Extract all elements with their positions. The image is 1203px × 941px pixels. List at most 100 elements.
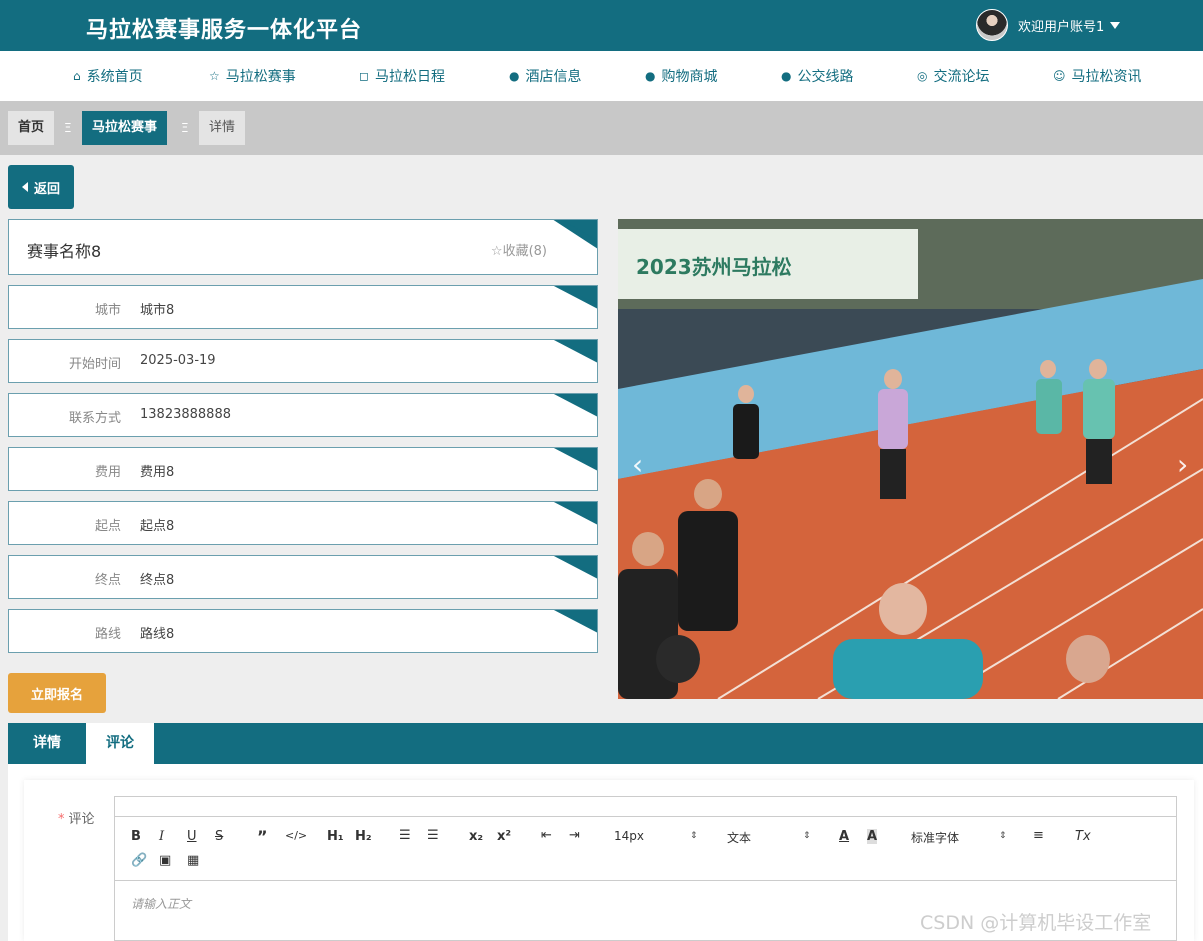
site-brand[interactable]: 马拉松赛事服务一体化平台 (86, 12, 362, 44)
required-mark: * (58, 812, 65, 827)
blockquote-icon[interactable]: ” (257, 827, 268, 846)
image-icon[interactable]: ▣ (159, 853, 171, 868)
field-label: 城市 (94, 303, 121, 318)
strikethrough-icon[interactable]: S (215, 829, 223, 844)
breadcrumb-separator: Ξ (64, 121, 72, 135)
signup-button[interactable]: 立即报名 (8, 673, 106, 713)
nav-item-home[interactable]: ⌂ 系统首页 (73, 51, 143, 101)
tab-comments[interactable]: 评论 (86, 723, 154, 764)
field-value: 城市8 (140, 303, 175, 318)
field-label: 路线 (94, 627, 121, 642)
bold-icon[interactable]: B (131, 829, 141, 844)
superscript-icon[interactable]: x² (497, 829, 511, 844)
nav-label: 交流论坛 (933, 69, 990, 85)
smile-icon: ☺ (1053, 69, 1066, 83)
detail-tabs: 详情 评论 (8, 723, 1203, 764)
carousel-prev-icon[interactable]: ‹ (632, 448, 643, 481)
field-row-start-time: 开始时间 2025-03-19 (8, 339, 598, 383)
corner-decoration (553, 556, 597, 579)
field-label: 费用 (94, 465, 121, 480)
nav-item-schedule[interactable]: ◻ 马拉松日程 (359, 51, 445, 101)
align-icon[interactable]: ≡ (1033, 828, 1044, 843)
subscript-icon[interactable]: x₂ (469, 829, 483, 844)
corner-decoration (553, 340, 597, 363)
bullet-list-icon[interactable]: ☰ (427, 828, 439, 843)
font-family-value: 标准字体 (911, 831, 960, 845)
nav-item-news[interactable]: ☺ 马拉松资讯 (1053, 51, 1142, 101)
carousel-next-icon[interactable]: › (1177, 448, 1188, 481)
nav-item-forum[interactable]: ◎ 交流论坛 (917, 51, 989, 101)
outdent-icon[interactable]: ⇤ (541, 828, 552, 843)
code-block-icon[interactable]: </> (285, 829, 307, 842)
link-icon[interactable]: 🔗 (131, 853, 147, 868)
banner-text: 2023苏州马拉松 (636, 255, 792, 279)
corner-decoration (553, 394, 597, 417)
font-color-icon[interactable]: A (839, 829, 849, 844)
field-label: 联系方式 (68, 411, 121, 426)
corner-decoration (553, 502, 597, 525)
star-icon: ☆ (209, 69, 220, 83)
header1-icon[interactable]: H₁ (327, 829, 344, 844)
nav-label: 购物商城 (661, 69, 718, 85)
nav-item-bus[interactable]: ● 公交线路 (781, 51, 853, 101)
underline-icon[interactable]: U (187, 829, 197, 844)
back-label: 返回 (33, 181, 60, 197)
avatar[interactable] (976, 9, 1008, 41)
select-arrows-icon: ⇕ (690, 831, 698, 841)
info-italic-icon: ● (781, 69, 792, 83)
nav-item-hotel[interactable]: ● 酒店信息 (509, 51, 581, 101)
chevron-down-icon[interactable] (1110, 21, 1121, 29)
header-select-value: 文本 (727, 831, 752, 845)
field-value: 终点8 (140, 573, 175, 588)
comment-label: * 评论 (58, 808, 95, 827)
corner-decoration (553, 610, 597, 633)
field-row-start-point: 起点 起点8 (8, 501, 598, 545)
nav-label: 系统首页 (86, 69, 143, 85)
corner-decoration (553, 286, 597, 309)
nav-label: 马拉松资讯 (1071, 69, 1142, 85)
field-value: 费用8 (140, 465, 175, 480)
welcome-text[interactable]: 欢迎用户账号1 (1018, 16, 1104, 35)
breadcrumb-marathon-events[interactable]: 马拉松赛事 (82, 111, 168, 145)
indent-icon[interactable]: ⇥ (569, 828, 580, 843)
font-family-select[interactable]: 标准字体 ⇕ (911, 829, 1007, 846)
breadcrumb: 首页 Ξ 马拉松赛事 Ξ 详情 (0, 101, 1203, 155)
comment-label-text: 评论 (68, 812, 95, 827)
field-row-contact: 联系方式 13823888888 (8, 393, 598, 437)
main-nav: ⌂ 系统首页 ☆ 马拉松赛事 ◻ 马拉松日程 ● 酒店信息 ● 购物商城 ● 公… (0, 51, 1203, 101)
video-icon[interactable]: ▦ (187, 853, 199, 868)
editor-toolbar: B I U S ” </> H₁ H₂ ☰ ☰ x₂ x² ⇤ ⇥ 14px ⇕… (115, 817, 1176, 881)
event-photo-carousel[interactable]: 2023苏州马拉松 (618, 219, 1203, 699)
nav-label: 酒店信息 (525, 69, 582, 85)
field-row-end-point: 终点 终点8 (8, 555, 598, 599)
breadcrumb-home[interactable]: 首页 (8, 111, 55, 145)
field-row-fee: 费用 费用8 (8, 447, 598, 491)
favorite-button[interactable]: ☆收藏(8) (491, 240, 547, 259)
field-value: 13823888888 (140, 407, 231, 422)
header2-icon[interactable]: H₂ (355, 829, 372, 844)
editor-placeholder[interactable]: 请输入正文 (131, 895, 191, 912)
header-select[interactable]: 文本 ⇕ (727, 829, 811, 846)
field-value: 路线8 (140, 627, 175, 642)
background-color-icon[interactable]: A (867, 829, 878, 844)
field-row-route: 路线 路线8 (8, 609, 598, 653)
font-size-select[interactable]: 14px ⇕ (614, 829, 698, 843)
nav-label: 公交线路 (797, 69, 854, 85)
editor-top-border (115, 797, 1176, 817)
back-button[interactable]: 返回 (8, 165, 74, 209)
marathon-photo: 2023苏州马拉松 (618, 219, 1203, 699)
user-menu[interactable]: 欢迎用户账号1 (976, 8, 1121, 42)
info-circle-icon: ● (509, 69, 520, 83)
nav-item-shop[interactable]: ● 购物商城 (645, 51, 717, 101)
field-row-city: 城市 城市8 (8, 285, 598, 329)
tab-details[interactable]: 详情 (8, 723, 86, 764)
clear-format-icon[interactable]: Tx (1075, 829, 1091, 844)
question-circle-icon: ● (645, 69, 656, 83)
watermark: CSDN @计算机毕设工作室 (920, 912, 1152, 934)
font-size-value: 14px (614, 829, 644, 843)
corner-decoration (553, 448, 597, 471)
nav-item-marathon-events[interactable]: ☆ 马拉松赛事 (209, 51, 296, 101)
italic-icon[interactable]: I (159, 829, 164, 844)
ordered-list-icon[interactable]: ☰ (399, 828, 411, 843)
event-name: 赛事名称8 (27, 242, 102, 261)
